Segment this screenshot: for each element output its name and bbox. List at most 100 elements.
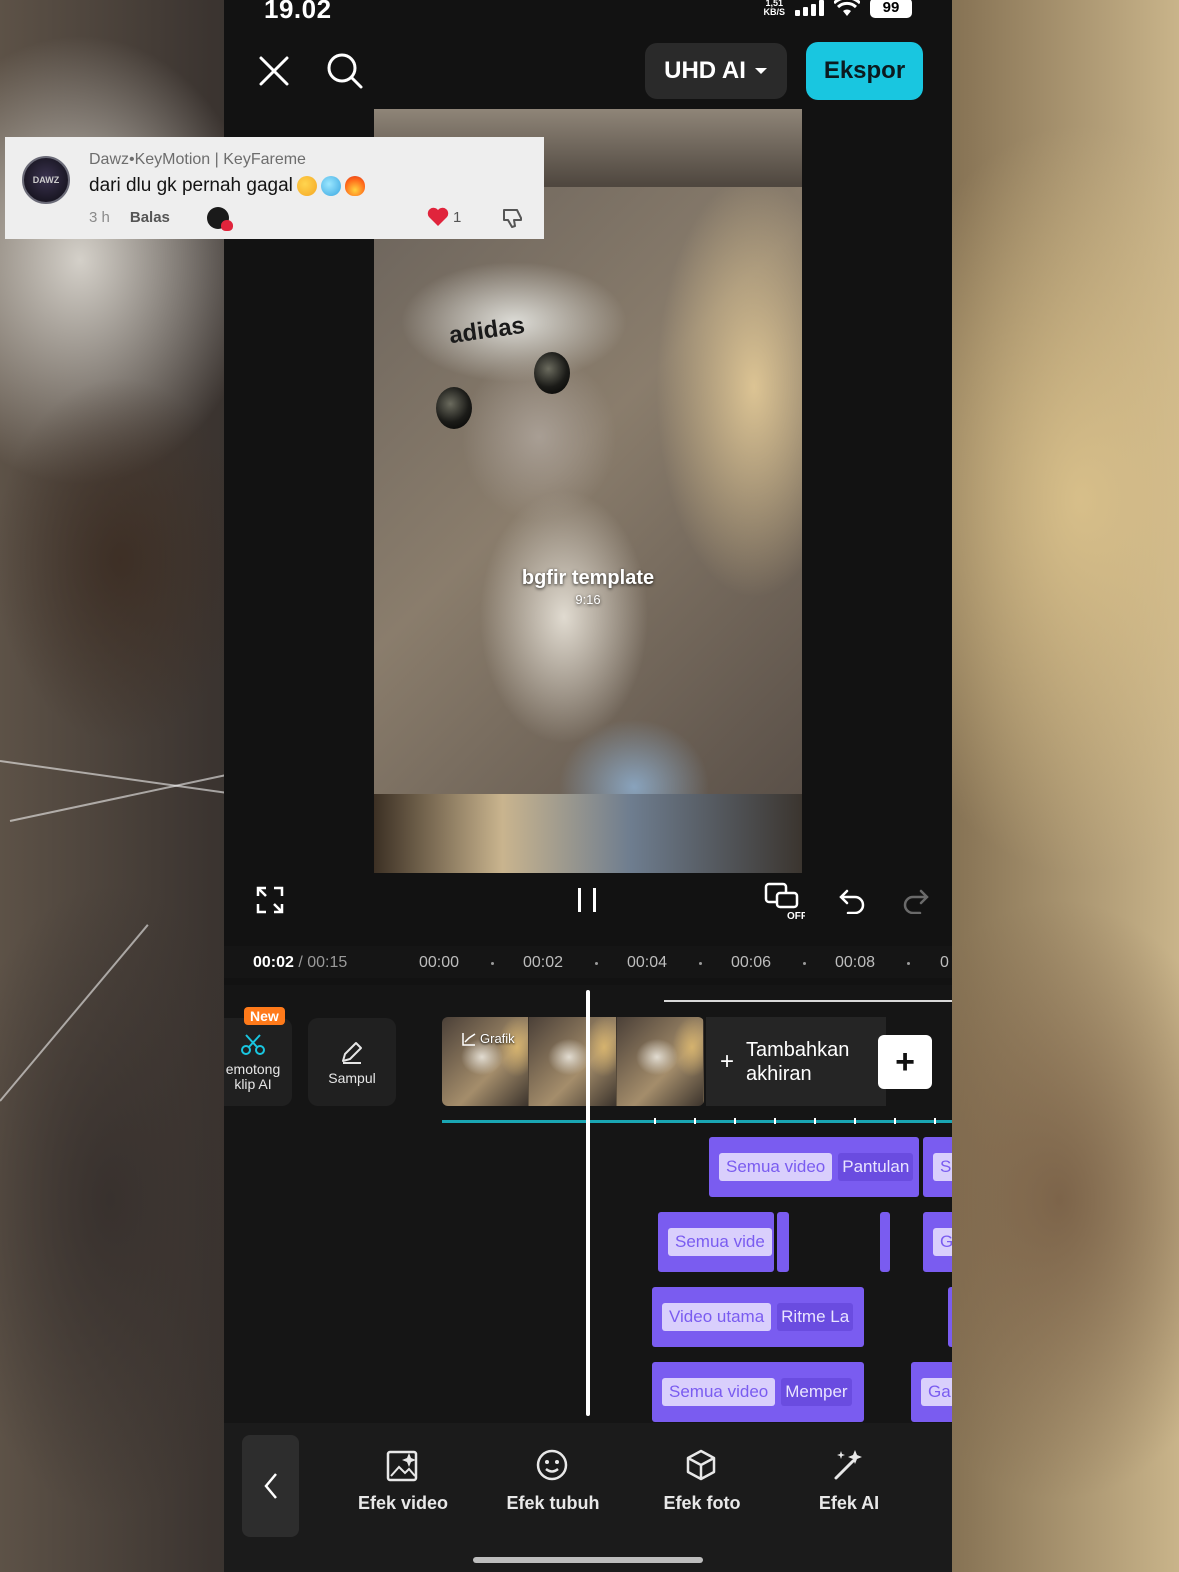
cat-eye [534, 352, 570, 394]
keyframe-off-icon: OFF [764, 882, 805, 921]
pencil-icon [342, 1041, 362, 1064]
body-effects-button[interactable]: Efek tubuh [488, 1447, 618, 1514]
playback-controls: OFF [224, 878, 952, 924]
effect-scope-chip: Semua vide [668, 1228, 772, 1256]
effect-name: Ritme La [777, 1303, 854, 1331]
beat-marker [854, 1118, 856, 1124]
home-indicator[interactable] [473, 1557, 703, 1563]
beat-marker [774, 1118, 776, 1124]
whisker-decoration [0, 760, 228, 795]
effect-scope-chip: Ga [921, 1378, 952, 1406]
effect-track-clip[interactable]: G [923, 1212, 952, 1272]
magic-wand-icon [834, 1450, 862, 1480]
pause-button[interactable] [572, 882, 602, 918]
beat-marker [694, 1118, 696, 1124]
export-button[interactable]: Ekspor [806, 42, 923, 100]
ai-cut-label-line2: klip AI [234, 1076, 272, 1092]
effect-scope-chip: Semua video [719, 1153, 833, 1181]
ruler-label: 00:08 [835, 954, 876, 971]
battery-indicator: 99 [870, 0, 912, 18]
whisker-decoration [9, 774, 226, 822]
ruler-label: 0 [940, 954, 949, 971]
cold-face-icon [320, 176, 341, 196]
back-button[interactable] [242, 1435, 299, 1537]
effect-track-clip[interactable]: Semua video Memper [652, 1362, 864, 1422]
effect-track-clip[interactable] [948, 1287, 952, 1347]
close-button[interactable] [254, 53, 294, 89]
add-ending-button[interactable]: + Tambahkan akhiran [706, 1017, 886, 1106]
effect-track-clip[interactable]: Semua vide [658, 1212, 774, 1272]
cover-label: Sampul [328, 1069, 376, 1086]
search-button[interactable] [324, 51, 366, 91]
time-ruler[interactable]: 00:02 / 00:15 00:00 00:02 00:04 00:06 00… [224, 946, 952, 978]
redo-icon [903, 889, 929, 914]
photo-effects-button[interactable]: Efek foto [637, 1447, 767, 1514]
status-bar: 19.02 1,51 KB/S 99 [224, 0, 952, 28]
whisker-decoration [0, 924, 149, 1102]
effect-scope-chip: Semua video [662, 1378, 776, 1406]
video-effects-button[interactable]: Efek video [338, 1447, 468, 1514]
ruler-dot [803, 962, 806, 965]
signal-icon [795, 0, 824, 16]
reply-button[interactable]: Balas [130, 209, 170, 226]
ruler-dot [595, 962, 598, 965]
graph-icon [462, 1032, 476, 1046]
clip-effect-label: Grafik [480, 1031, 515, 1046]
plus-icon: + [720, 1047, 735, 1075]
network-speed-unit: KB/S [763, 7, 785, 17]
effect-track-clip[interactable]: Ga [911, 1362, 952, 1422]
effects-toolbar: Efek video Efek tubuh Efek foto Efek AI [224, 1423, 952, 1572]
thumbs-down-icon [503, 209, 522, 228]
effect-track-clip[interactable]: Semua video Pantulan [709, 1137, 919, 1197]
beat-marker [734, 1118, 736, 1124]
effect-track-clip[interactable]: S [923, 1137, 952, 1197]
timeline-playhead[interactable] [586, 990, 590, 1416]
ruler-label: 00:02 [523, 954, 564, 971]
redo-button[interactable] [900, 884, 932, 916]
beat-marker [894, 1118, 896, 1124]
ai-effects-button[interactable]: Efek AI [784, 1447, 914, 1514]
effect-track-clip[interactable] [777, 1212, 789, 1272]
quality-label: UHD AI [664, 57, 746, 84]
effect-name: Memper [781, 1378, 852, 1406]
watermark-title: bgfir template [521, 567, 655, 589]
effect-scope-chip: G [933, 1228, 952, 1256]
add-clip-button[interactable]: + [878, 1035, 932, 1089]
comment-text: dari dlu gk pernah gagal [89, 175, 365, 197]
dislike-button[interactable] [501, 207, 525, 234]
fullscreen-button[interactable] [252, 882, 288, 918]
keyframe-off-button[interactable]: OFF [762, 880, 806, 922]
total-time: / 00:15 [293, 954, 348, 971]
watermark-ratio: 9:16 [575, 592, 601, 607]
effect-track-clip[interactable] [880, 1212, 890, 1272]
effect-name: Pantulan [838, 1153, 914, 1181]
quality-dropdown[interactable]: UHD AI [645, 43, 787, 99]
heart-icon [427, 207, 449, 226]
new-badge: New [244, 1007, 285, 1025]
chevron-left-icon [263, 1473, 277, 1499]
photo-effects-label: Efek foto [663, 1493, 741, 1513]
cover-button[interactable]: Sampul [308, 1018, 396, 1106]
caret-down-icon [754, 68, 767, 74]
text-track-line [664, 1000, 952, 1002]
video-clip[interactable]: Grafik [442, 1017, 704, 1106]
effect-track-clip[interactable]: Video utama Ritme La [652, 1287, 864, 1347]
ai-clip-cutter-button[interactable]: emotong klip AI [224, 1018, 292, 1106]
undo-button[interactable] [836, 884, 868, 916]
body-effects-label: Efek tubuh [506, 1493, 600, 1513]
status-time: 19.02 [264, 0, 332, 24]
comment-meta: 3 h Balas [89, 209, 170, 226]
avatar[interactable]: DAWZ [22, 156, 70, 204]
add-ending-line2: akhiran [746, 1062, 812, 1085]
ruler-dot [699, 962, 702, 965]
effect-scope-chip: Video utama [662, 1303, 772, 1331]
comment-author[interactable]: Dawz•KeyMotion | KeyFareme [89, 151, 306, 169]
like-button[interactable]: 1 [427, 207, 461, 227]
effect-scope-chip: S [933, 1153, 952, 1181]
image-sparkle-icon [386, 1450, 418, 1482]
like-count: 1 [453, 208, 462, 226]
ruler-dot [907, 962, 910, 965]
scissors-ai-icon [241, 1034, 265, 1055]
current-time: 00:02 [253, 954, 294, 971]
comment-age: 3 h [89, 209, 110, 226]
